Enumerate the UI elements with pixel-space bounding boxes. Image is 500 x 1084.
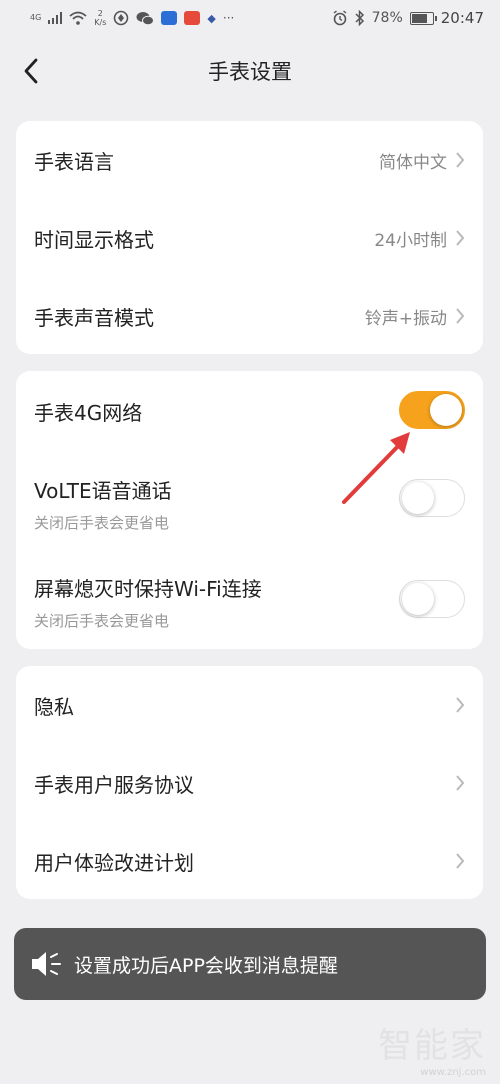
row-wifi-keep: 屏幕熄灭时保持Wi-Fi连接 关闭后手表会更省电 <box>16 559 483 647</box>
annotation-arrow-icon <box>342 432 410 504</box>
speed-unit: K/s <box>94 18 107 27</box>
signal-icon <box>48 12 63 24</box>
row-value: 铃声+振动 <box>364 308 447 329</box>
battery-level <box>411 13 428 23</box>
row-service-agreement[interactable]: 手表用户服务协议 <box>16 744 483 822</box>
row-value: 24小时制 <box>374 230 447 251</box>
row-time-format[interactable]: 时间显示格式 24小时制 <box>16 199 483 277</box>
network-speed: 2 K/s <box>94 9 106 27</box>
app-header: 手表设置 <box>0 36 500 106</box>
toast-banner: 设置成功后APP会收到消息提醒 <box>14 928 486 1000</box>
app-icon-blue <box>161 11 178 25</box>
row-sublabel: 关闭后手表会更省电 <box>34 514 170 532</box>
chevron-right-icon <box>456 853 465 869</box>
clock: 20:47 <box>440 9 484 27</box>
row-watch-language[interactable]: 手表语言 简体中文 <box>16 121 483 199</box>
chevron-right-icon <box>456 230 465 246</box>
row-right: 24小时制 <box>374 226 465 251</box>
speed-value: 2 <box>97 9 103 18</box>
toggle-knob <box>402 583 434 615</box>
row-label: 隐私 <box>34 694 74 719</box>
row-right <box>455 852 465 870</box>
row-sound-mode[interactable]: 手表声音模式 铃声+振动 <box>16 277 483 355</box>
more-notifications-icon: ··· <box>222 11 235 25</box>
row-right <box>455 696 465 714</box>
alarm-icon <box>333 10 347 26</box>
chevron-right-icon <box>456 775 465 791</box>
network-type: 4G <box>30 13 42 22</box>
row-label: 手表语言 <box>34 149 114 174</box>
row-text: 屏幕熄灭时保持Wi-Fi连接 关闭后手表会更省电 <box>34 573 262 631</box>
row-experience-program[interactable]: 用户体验改进计划 <box>16 822 483 900</box>
toast-text: 设置成功后APP会收到消息提醒 <box>74 954 338 977</box>
chevron-right-icon <box>456 697 465 713</box>
row-label: 时间显示格式 <box>34 227 154 252</box>
status-left: 4G 2 K/s ◆ ··· <box>30 9 234 27</box>
speaker-icon <box>32 952 61 976</box>
watermark-brand: 智能家 <box>378 1026 486 1066</box>
status-bar: 4G 2 K/s ◆ ··· 78% 20:47 <box>0 0 500 36</box>
watermark-url: www.znj.com <box>420 1067 486 1078</box>
battery-percent: 78% <box>371 10 403 26</box>
battery-icon <box>409 11 437 25</box>
row-right: 铃声+振动 <box>365 304 465 329</box>
status-right: 78% 20:47 <box>332 9 484 27</box>
row-label: 手表用户服务协议 <box>34 772 194 797</box>
row-label: 手表4G网络 <box>34 401 143 425</box>
row-privacy[interactable]: 隐私 <box>16 666 483 744</box>
chevron-right-icon <box>456 152 465 168</box>
row-text: VoLTE语音通话 关闭后手表会更省电 <box>34 475 172 533</box>
watermark: 智能家 www.znj.com <box>378 1018 486 1078</box>
chevron-right-icon <box>456 308 465 324</box>
back-button[interactable] <box>16 54 46 88</box>
row-right: 简体中文 <box>379 148 465 173</box>
row-value: 简体中文 <box>379 152 447 173</box>
row-label: 用户体验改进计划 <box>34 850 194 875</box>
app-icon-red <box>184 11 201 25</box>
app-icon-notify: ◆ <box>207 11 216 25</box>
page-title: 手表设置 <box>208 60 292 84</box>
browser-icon <box>114 10 129 26</box>
chevron-left-icon <box>24 58 38 84</box>
row-right <box>455 774 465 792</box>
settings-card-basic: 手表语言 简体中文 时间显示格式 24小时制 手表声音模式 铃声+振动 <box>16 121 483 354</box>
row-label: 屏幕熄灭时保持Wi-Fi连接 <box>34 577 262 601</box>
wifi-icon <box>69 11 87 25</box>
toggle-wifi-keep[interactable] <box>399 580 465 618</box>
row-label: 手表声音模式 <box>34 305 154 330</box>
row-sublabel: 关闭后手表会更省电 <box>34 612 170 630</box>
row-label: VoLTE语音通话 <box>34 479 172 503</box>
settings-card-legal: 隐私 手表用户服务协议 用户体验改进计划 <box>16 666 483 899</box>
wechat-icon <box>136 11 155 25</box>
bluetooth-icon <box>355 10 364 26</box>
toggle-knob <box>430 394 462 426</box>
